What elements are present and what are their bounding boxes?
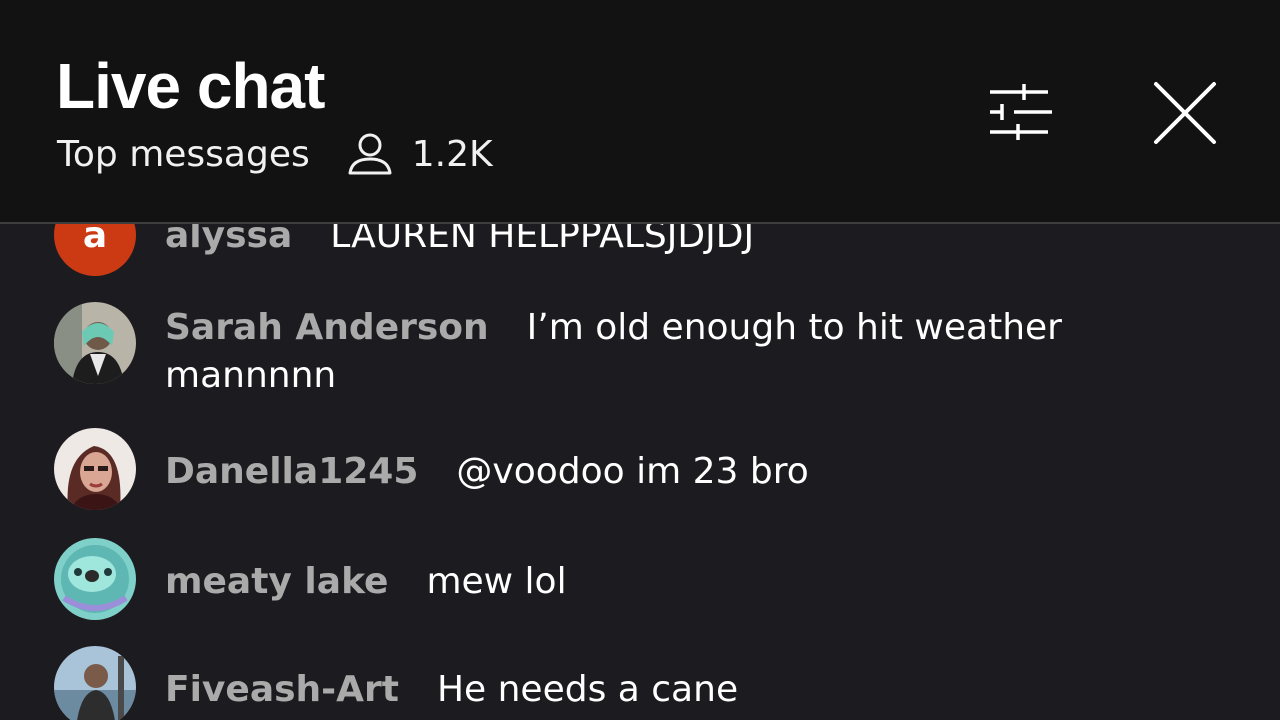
chat-title: Live chat (56, 50, 325, 122)
avatar[interactable] (54, 538, 136, 620)
viewer-count: 1.2K (411, 133, 493, 175)
close-button[interactable] (1148, 76, 1222, 150)
message-text: @voodoo im 23 bro (456, 451, 809, 492)
close-icon (1154, 82, 1216, 144)
filter-button[interactable] (984, 78, 1058, 146)
chat-header: Live chat Top messages 1.2K (0, 0, 1280, 222)
message-author[interactable]: meaty lake (165, 561, 388, 602)
message-author[interactable]: Fiveash-Art (165, 669, 399, 710)
avatar-photo (54, 428, 136, 510)
message-body: Danella1245 @voodoo im 23 bro (165, 448, 1125, 496)
avatar[interactable] (54, 302, 136, 384)
message-body: meaty lake mew lol (165, 558, 1125, 606)
avatar[interactable] (54, 428, 136, 510)
avatar-photo (54, 302, 136, 384)
message-body: Sarah Anderson I’m old enough to hit weat… (165, 304, 1125, 400)
header-divider (0, 222, 1280, 224)
avatar-photo (54, 646, 136, 720)
chat-subheader: Top messages 1.2K (57, 130, 493, 178)
message-author[interactable]: Sarah Anderson (165, 307, 489, 348)
message-text: mew lol (426, 561, 567, 602)
message-author[interactable]: Danella1245 (165, 451, 418, 492)
avatar[interactable] (54, 646, 136, 720)
sliders-icon (990, 84, 1052, 140)
person-outline-icon (348, 133, 392, 175)
live-chat-panel: a alyssa LAUREN HELPPALSJDJDJ Sarah Ander… (0, 0, 1280, 720)
chat-mode-selector[interactable]: Top messages (57, 134, 310, 175)
avatar-photo (54, 538, 136, 620)
message-text: He needs a cane (436, 669, 739, 710)
message-body: Fiveash-Art He needs a cane (165, 666, 1125, 714)
